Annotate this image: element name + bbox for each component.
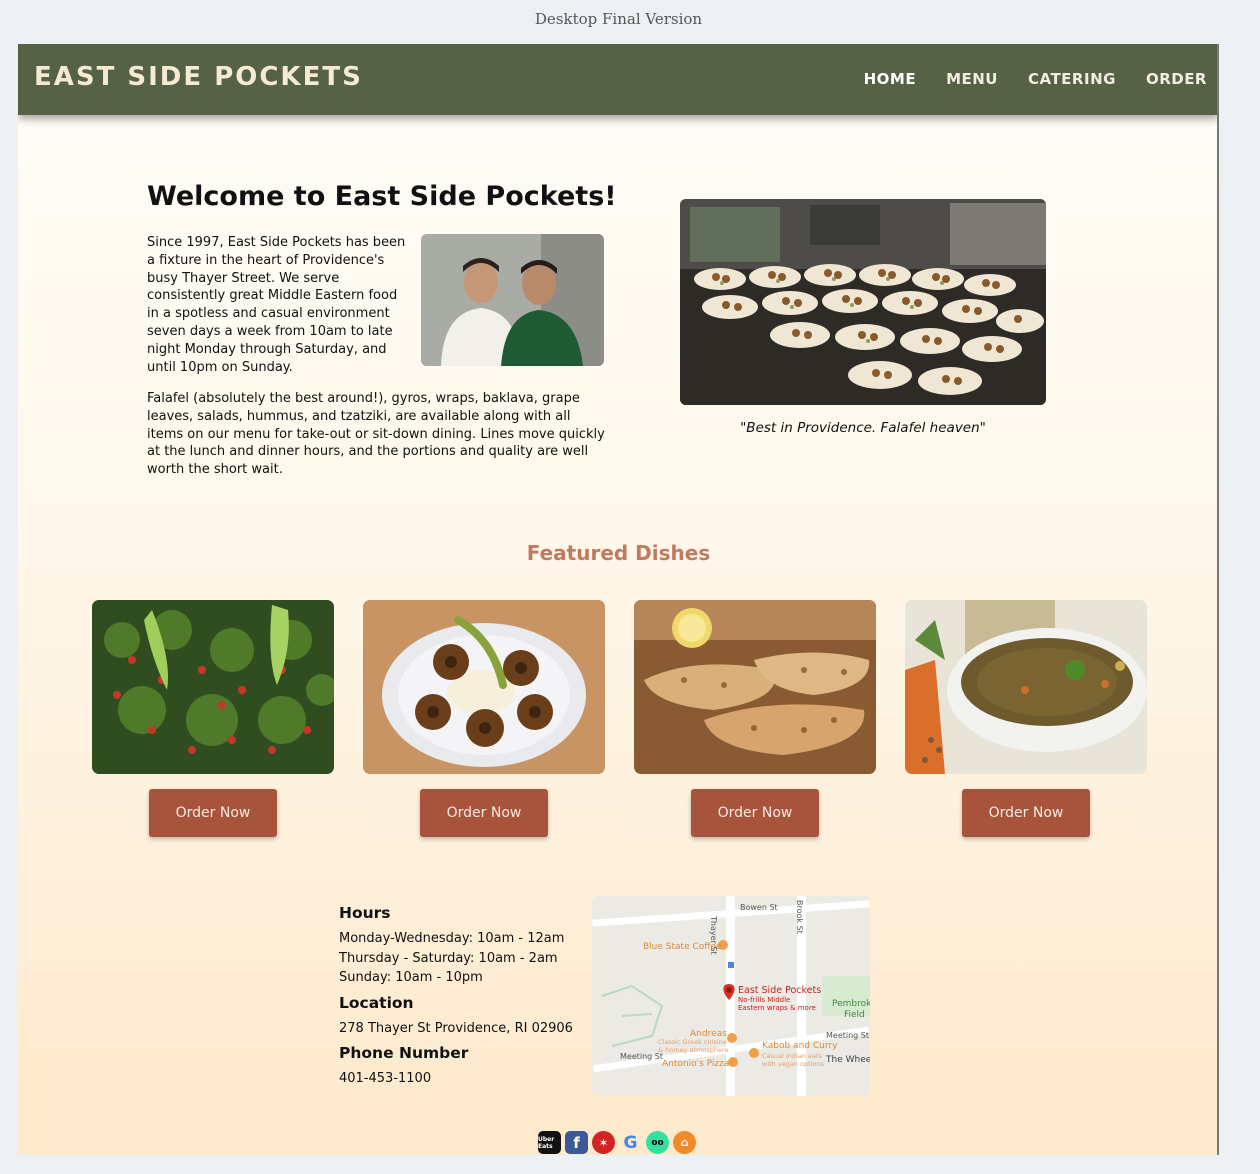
yelp-icon-text: ✶ [598,1135,609,1150]
intro-paragraph-2: Falafel (absolutely the best around!), g… [147,391,605,478]
google-icon-text: G [623,1132,638,1153]
address-text: 278 Thayer St Providence, RI 02906 [339,1020,573,1036]
dish-grilled-chicken-photo [634,600,876,774]
navbar: EAST SIDE POCKETS HOME MENU CATERING ORD… [18,44,1217,115]
phone-number[interactable]: 401-453-1100 [339,1069,589,1089]
dish-tabbouleh-photo [92,600,334,774]
tripadvisor-icon-text: oo [651,1137,664,1148]
order-now-button-3[interactable]: Order Now [691,789,819,837]
brand-logo-text[interactable]: EAST SIDE POCKETS [34,62,363,92]
map-place-desc: with vegan options [762,1060,824,1068]
map-street-label: Meeting St [826,1031,870,1040]
website-frame: EAST SIDE POCKETS HOME MENU CATERING ORD… [18,44,1219,1155]
featured-dishes-heading: Featured Dishes [526,541,711,565]
nav-catering[interactable]: CATERING [1028,70,1116,88]
ubereats-icon[interactable]: Uber Eats [538,1131,561,1154]
grubhub-icon-text: ⌂ [680,1136,689,1149]
review-quote: "Best in Providence. Falafel heaven" [740,420,986,436]
map-place-desc: & homey atmosphere [658,1046,729,1054]
nav-links: HOME MENU CATERING ORDER [864,70,1207,88]
order-now-button-4[interactable]: Order Now [962,789,1090,837]
nav-order[interactable]: ORDER [1146,70,1207,88]
hours-line: Sunday: 10am - 10pm [339,970,483,985]
map-place-label: Antonio's Pizza [662,1059,730,1069]
map-place-label: Blue State Coffee [643,942,722,952]
map-place-label: The Wheel [826,1055,870,1065]
map-place-desc: No-frills Middle [738,996,791,1004]
grubhub-icon[interactable]: ⌂ [673,1131,696,1154]
hours-heading: Hours [339,904,391,922]
map-place-label: East Side Pockets [738,985,822,996]
map-street-label: Brook St [795,900,804,934]
map-place-label: Kabob and Curry [762,1041,838,1051]
dish-falafel-photo [363,600,605,774]
map-place-desc: Classic Greek cuisine [658,1038,727,1046]
hours-line: Thursday - Saturday: 10am - 2am [339,950,558,966]
map-street-label: Bowen St [740,903,778,912]
dish-lentil-soup-photo [905,600,1147,774]
hours-line: Monday-Wednesday: 10am - 12am [339,931,565,946]
nav-menu[interactable]: MENU [946,70,998,88]
contact-info: Hours Monday-Wednesday: 10am - 12am Thur… [339,904,589,1089]
tripadvisor-icon[interactable]: oo [646,1131,669,1154]
facebook-icon[interactable]: f [565,1131,588,1154]
map-street-label: Meeting St [620,1052,664,1061]
map-place-label: Field [844,1010,865,1020]
phone-heading: Phone Number [339,1044,469,1062]
owners-photo [421,234,604,366]
map-place-desc: Casual Indian eats [762,1052,822,1060]
map-place-label: Pembrok [832,999,870,1009]
page-caption: Desktop Final Version [534,10,703,28]
order-now-button-2[interactable]: Order Now [420,789,548,837]
order-now-button-1[interactable]: Order Now [149,789,277,837]
location-map[interactable]: Bowen St Thayer St Brook St Meeting St M… [592,896,870,1096]
social-links: Uber Eats f ✶ G oo ⌂ [538,1131,696,1154]
welcome-heading: Welcome to East Side Pockets! [147,181,617,212]
facebook-icon-text: f [573,1133,580,1152]
map-place-desc: Eastern wraps & more [738,1004,816,1012]
google-icon[interactable]: G [619,1131,642,1154]
intro-paragraph-1: Since 1997, East Side Pockets has been a… [147,235,406,375]
yelp-icon[interactable]: ✶ [592,1131,615,1154]
ubereats-icon-text: Uber Eats [538,1135,555,1150]
location-heading: Location [339,993,414,1012]
falafel-display-photo [680,199,1046,405]
nav-home[interactable]: HOME [864,70,916,88]
